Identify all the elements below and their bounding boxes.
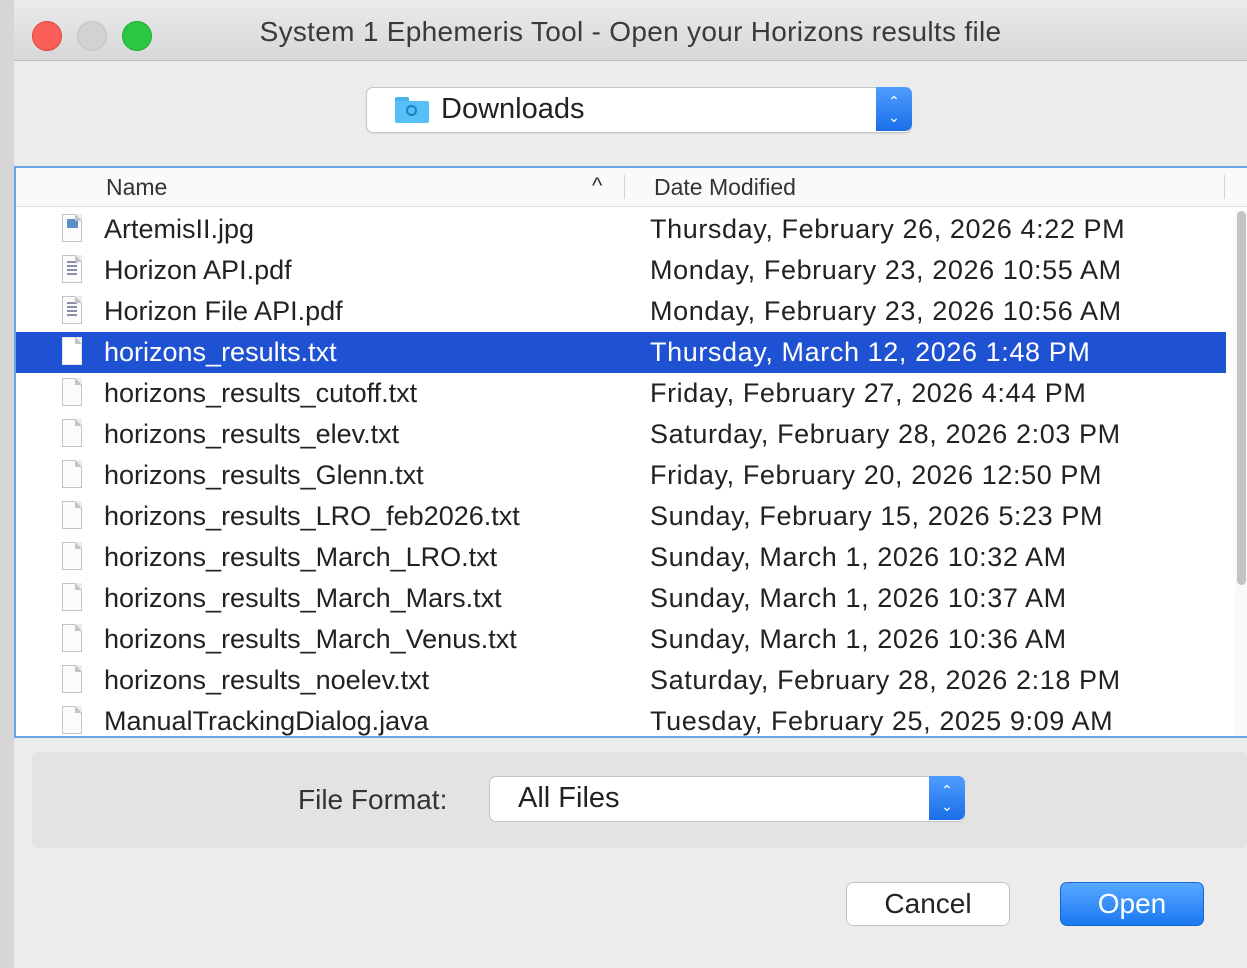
text-file-icon — [62, 378, 84, 407]
file-row[interactable]: horizons_results_cutoff.txt Friday, Febru… — [16, 373, 1226, 414]
file-browser[interactable]: Name ^ Date Modified ArtemisII.jpg Thursd… — [14, 166, 1247, 738]
image-file-icon — [62, 214, 84, 243]
file-date-modified: Sunday, March 1, 2026 10:36 AM — [650, 624, 1067, 654]
file-list: ArtemisII.jpg Thursday, February 26, 2026… — [16, 209, 1226, 736]
text-file-icon — [62, 542, 84, 571]
file-name: Horizon API.pdf — [104, 255, 292, 285]
column-date-header[interactable]: Date Modified — [654, 174, 796, 201]
file-name: ArtemisII.jpg — [104, 214, 255, 244]
file-date-modified: Saturday, February 28, 2026 2:18 PM — [650, 665, 1121, 695]
file-row[interactable]: horizons_results_March_Venus.txt Sunday, … — [16, 619, 1226, 660]
file-date-modified: Thursday, March 12, 2026 1:48 PM — [650, 337, 1091, 367]
file-format-stepper-icon[interactable]: ⌃ ⌄ — [929, 776, 965, 820]
file-row[interactable]: horizons_results_March_LRO.txt Sunday, Ma… — [16, 537, 1226, 578]
file-name: horizons_results_cutoff.txt — [104, 378, 418, 408]
file-format-label: File Format: — [298, 784, 448, 815]
file-name: Horizon File API.pdf — [104, 296, 343, 326]
file-name: horizons_results_March_Venus.txt — [104, 624, 517, 654]
text-file-icon — [62, 583, 84, 612]
file-name: horizons_results_March_LRO.txt — [104, 542, 498, 572]
file-name: horizons_results_noelev.txt — [104, 665, 430, 695]
column-divider[interactable] — [1224, 175, 1225, 199]
sort-ascending-icon[interactable]: ^ — [592, 173, 602, 199]
file-row[interactable]: horizons_results.txt Thursday, March 12, … — [16, 332, 1226, 373]
file-date-modified: Tuesday, February 25, 2025 9:09 AM — [650, 706, 1114, 736]
column-header: Name ^ Date Modified — [16, 168, 1247, 207]
file-row[interactable]: horizons_results_elev.txt Saturday, Febru… — [16, 414, 1226, 455]
file-row[interactable]: horizons_results_March_Mars.txt Sunday, M… — [16, 578, 1226, 619]
file-date-modified: Friday, February 27, 2026 4:44 PM — [650, 378, 1087, 408]
column-divider[interactable] — [624, 175, 625, 199]
file-name: horizons_results_LRO_feb2026.txt — [104, 501, 520, 531]
downloads-folder-icon — [395, 97, 429, 123]
location-stepper-icon[interactable]: ⌃ ⌄ — [876, 87, 912, 131]
background-window-strip — [0, 0, 15, 968]
text-file-icon — [62, 460, 84, 489]
file-date-modified: Sunday, March 1, 2026 10:32 AM — [650, 542, 1067, 572]
file-date-modified: Sunday, March 1, 2026 10:37 AM — [650, 583, 1067, 613]
file-date-modified: Monday, February 23, 2026 10:56 AM — [650, 296, 1122, 326]
file-row[interactable]: ArtemisII.jpg Thursday, February 26, 2026… — [16, 209, 1226, 250]
file-format-select[interactable]: All Files ⌃ ⌄ — [489, 776, 965, 822]
file-name: horizons_results_elev.txt — [104, 419, 400, 449]
file-name: horizons_results_Glenn.txt — [104, 460, 424, 490]
cancel-button[interactable]: Cancel — [846, 882, 1010, 926]
text-file-icon — [62, 419, 84, 448]
location-popup[interactable]: Downloads ⌃ ⌄ — [366, 87, 912, 133]
pdf-file-icon — [62, 296, 84, 325]
text-file-icon — [62, 501, 84, 530]
file-date-modified: Thursday, February 26, 2026 4:22 PM — [650, 214, 1126, 244]
file-row[interactable]: horizons_results_LRO_feb2026.txt Sunday, … — [16, 496, 1226, 537]
file-row[interactable]: ManualTrackingDialog.java Tuesday, Februa… — [16, 701, 1226, 736]
file-row[interactable]: horizons_results_Glenn.txt Friday, Februa… — [16, 455, 1226, 496]
file-format-panel: File Format: All Files ⌃ ⌄ — [32, 752, 1247, 848]
file-row[interactable]: horizons_results_noelev.txt Saturday, Feb… — [16, 660, 1226, 701]
open-button[interactable]: Open — [1060, 882, 1204, 926]
file-row[interactable]: Horizon File API.pdf Monday, February 23,… — [16, 291, 1226, 332]
file-date-modified: Saturday, February 28, 2026 2:03 PM — [650, 419, 1121, 449]
file-name: horizons_results.txt — [104, 337, 337, 367]
text-file-icon — [62, 337, 84, 366]
pdf-file-icon — [62, 255, 84, 284]
text-file-icon — [62, 624, 84, 653]
location-label: Downloads — [441, 93, 585, 125]
scrollbar-thumb[interactable] — [1237, 211, 1246, 585]
text-file-icon — [62, 665, 84, 694]
file-date-modified: Sunday, February 15, 2026 5:23 PM — [650, 501, 1104, 531]
file-format-value: All Files — [518, 782, 620, 814]
column-name-header[interactable]: Name — [106, 174, 167, 201]
file-date-modified: Monday, February 23, 2026 10:55 AM — [650, 255, 1122, 285]
open-file-dialog: System 1 Ephemeris Tool - Open your Hori… — [14, 0, 1247, 968]
text-file-icon — [62, 706, 84, 735]
title-bar[interactable]: System 1 Ephemeris Tool - Open your Hori… — [14, 0, 1247, 61]
window-title: System 1 Ephemeris Tool - Open your Hori… — [259, 16, 1002, 47]
file-name: horizons_results_March_Mars.txt — [104, 583, 502, 613]
vertical-scrollbar[interactable] — [1235, 209, 1247, 736]
file-name: ManualTrackingDialog.java — [104, 706, 429, 736]
file-row[interactable]: Horizon API.pdf Monday, February 23, 2026… — [16, 250, 1226, 291]
file-date-modified: Friday, February 20, 2026 12:50 PM — [650, 460, 1103, 490]
